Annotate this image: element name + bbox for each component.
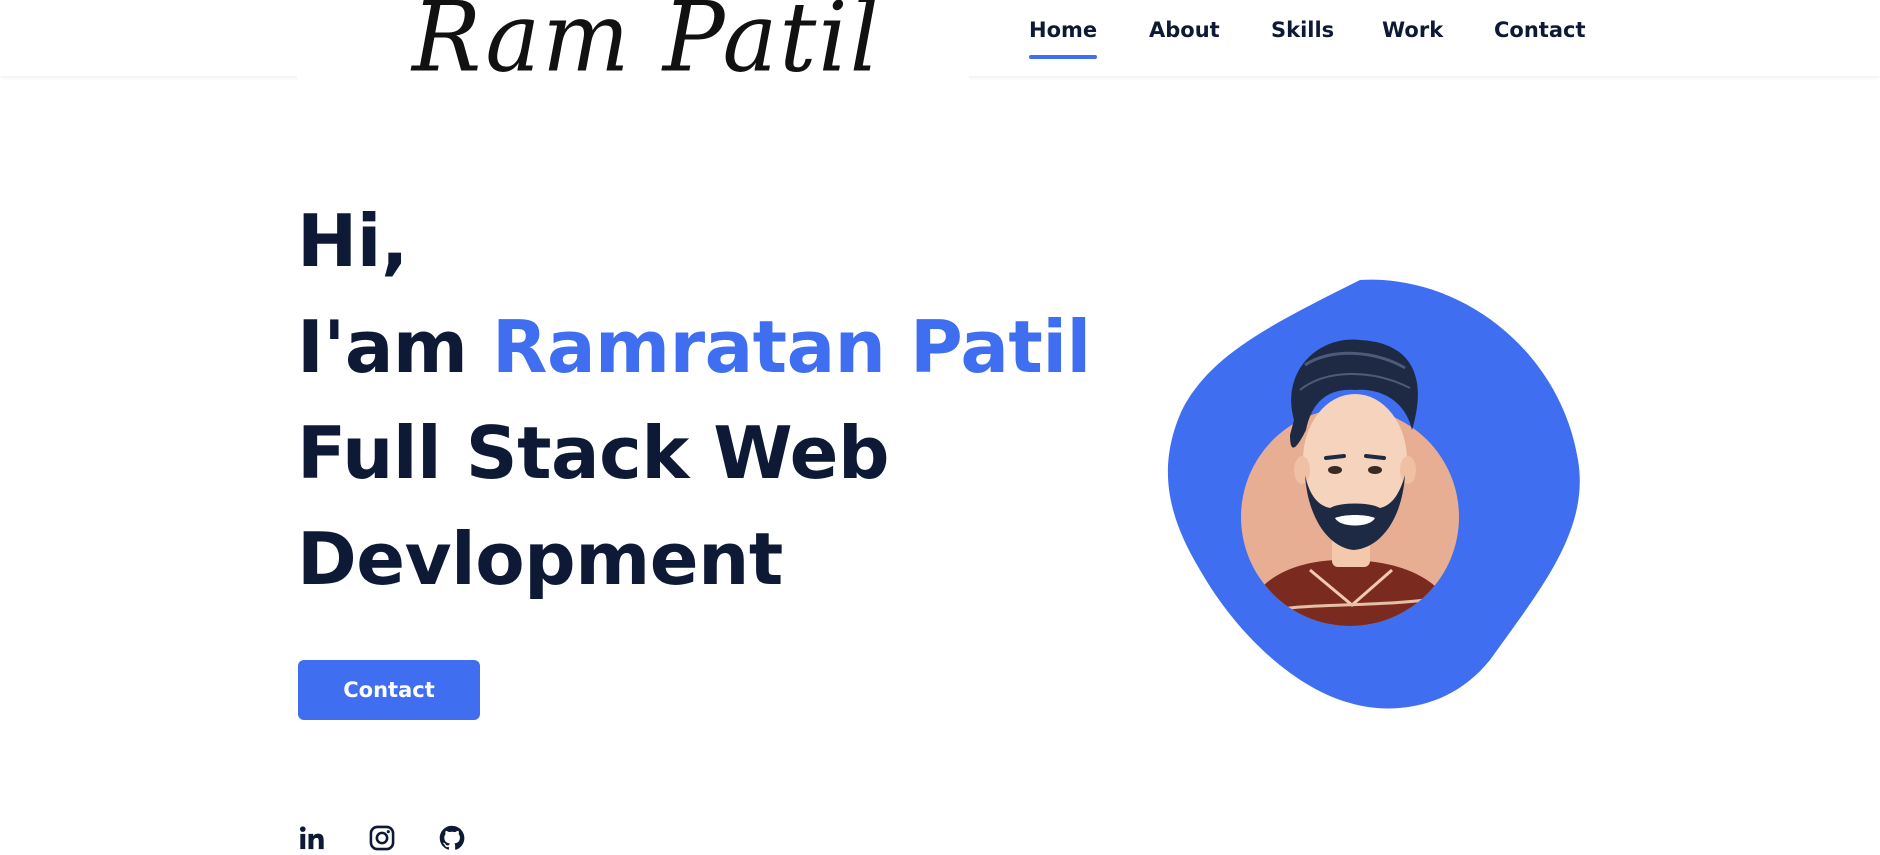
nav-item-about[interactable]: About — [1149, 18, 1220, 42]
hero-intro-prefix: I'am — [297, 305, 493, 389]
hero-role-line-1: Full Stack Web — [297, 411, 890, 495]
linkedin-icon[interactable] — [298, 824, 326, 852]
hero-name: Ramratan Patil — [492, 305, 1091, 389]
nav-item-contact[interactable]: Contact — [1494, 18, 1586, 42]
hero-role-line-2: Devlopment — [297, 517, 783, 601]
nav-item-skills[interactable]: Skills — [1271, 18, 1334, 42]
logo[interactable]: Ram Patil — [412, 0, 881, 86]
avatar-illustration — [1167, 279, 1580, 709]
hero-greeting: Hi, — [297, 199, 408, 283]
instagram-icon[interactable] — [368, 824, 396, 852]
contact-button[interactable]: Contact — [298, 660, 480, 720]
hero-intro: I'am Ramratan Patil — [297, 311, 1091, 383]
hero-illustration — [1130, 270, 1590, 720]
nav-item-work[interactable]: Work — [1382, 18, 1443, 42]
nav-item-home[interactable]: Home — [1029, 18, 1098, 59]
github-icon[interactable] — [438, 824, 466, 852]
